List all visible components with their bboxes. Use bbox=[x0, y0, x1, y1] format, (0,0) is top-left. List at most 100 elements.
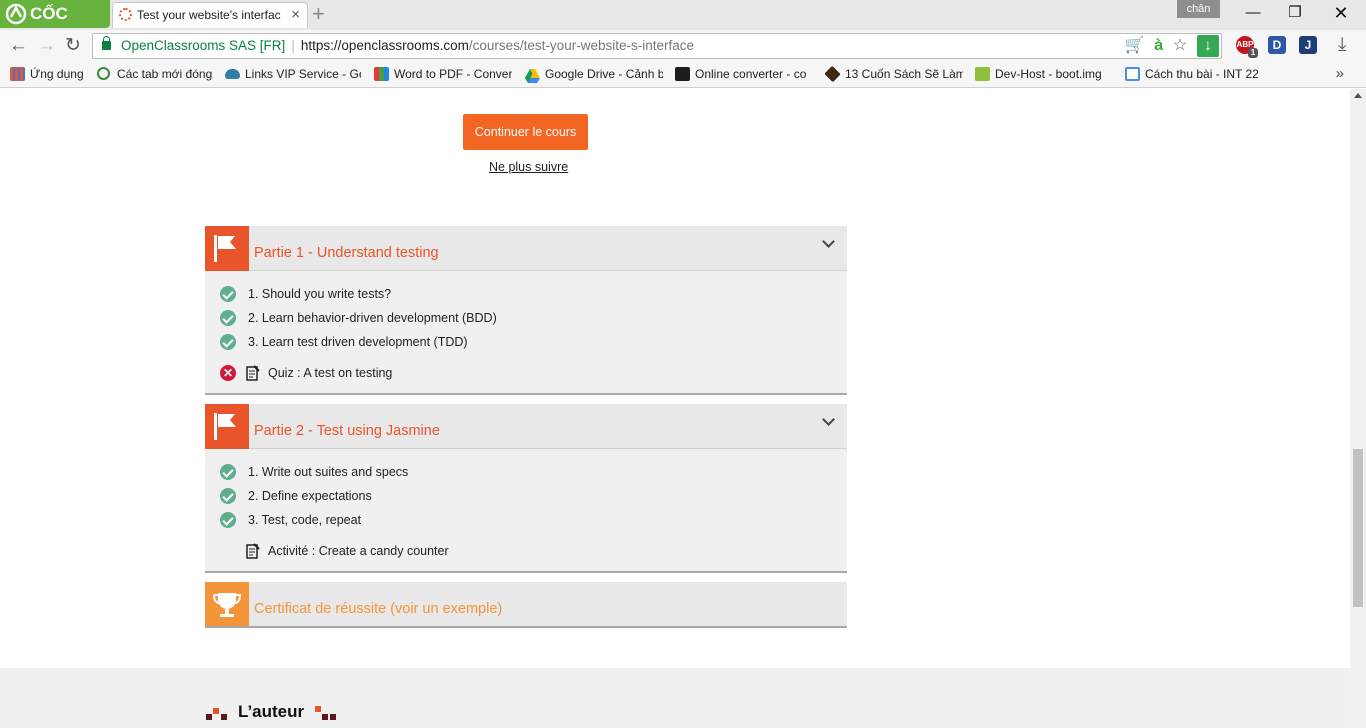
bookmarks-bar: Ứng dụng Các tab mới đóng Links VIP Serv… bbox=[0, 62, 1366, 88]
decor-pixel bbox=[330, 714, 336, 720]
chapter-title: 2. Learn behavior-driven development (BD… bbox=[248, 311, 497, 325]
d-icon[interactable]: D bbox=[1268, 36, 1286, 54]
check-icon bbox=[220, 464, 236, 480]
bookmarks-overflow-icon[interactable]: » bbox=[1336, 62, 1344, 86]
check-icon bbox=[220, 488, 236, 504]
bookmark-13-cuon-sach[interactable]: 13 Cuốn Sách Sẽ Làm bbox=[825, 62, 963, 86]
check-icon bbox=[220, 334, 236, 350]
page-content: Continuer le cours Ne plus suivre Partie… bbox=[0, 89, 1350, 728]
scrollbar-thumb[interactable] bbox=[1353, 449, 1363, 607]
bookmark-cach-thu-bai[interactable]: Cách thu bài - INT 22 bbox=[1125, 62, 1261, 86]
author-heading: L’auteur bbox=[238, 702, 305, 721]
decor-pixel bbox=[213, 708, 219, 714]
chapter-title: 3. Learn test driven development (TDD) bbox=[248, 335, 468, 349]
scroll-up-icon[interactable] bbox=[1354, 93, 1362, 98]
chapter-item[interactable]: 2. Learn behavior-driven development (BD… bbox=[220, 309, 497, 327]
bookmark-label: Dev-Host - boot.img bbox=[995, 67, 1102, 81]
address-bar[interactable]: OpenClassrooms SAS [FR] | https://openclas… bbox=[92, 33, 1222, 59]
flag-icon bbox=[205, 404, 249, 449]
unfollow-link[interactable]: Ne plus suivre bbox=[489, 160, 568, 174]
part-2-header[interactable]: Partie 2 - Test using Jasmine bbox=[205, 404, 847, 449]
bookmark-google-drive[interactable]: Google Drive - Cảnh b bbox=[525, 62, 663, 86]
chapter-item[interactable]: 3. Test, code, repeat bbox=[220, 511, 361, 529]
check-icon bbox=[220, 286, 236, 302]
reload-button[interactable]: ↻ bbox=[65, 35, 81, 57]
activity-item[interactable]: Activité : Create a candy counter bbox=[220, 542, 449, 560]
part-2-title: Partie 2 - Test using Jasmine bbox=[254, 423, 440, 439]
abp-badge: 1 bbox=[1248, 48, 1258, 58]
forward-button[interactable]: → bbox=[37, 35, 56, 57]
activity-title: Activité : Create a candy counter bbox=[268, 544, 449, 558]
check-icon bbox=[220, 512, 236, 528]
bookmark-label: Cách thu bài - INT 22 bbox=[1145, 67, 1259, 81]
close-window-button[interactable]: ✕ bbox=[1318, 2, 1364, 24]
decor-pixel bbox=[206, 714, 212, 720]
profile-name[interactable]: chân bbox=[1177, 0, 1220, 18]
omnibox-icons: 🛒 à ☆ ↓ bbox=[1119, 35, 1219, 57]
url-path: /courses/test-your-website-s-interface bbox=[468, 38, 694, 53]
tab-active[interactable]: Test your website's interfac × bbox=[112, 2, 308, 28]
bookmark-label: Ứng dụng bbox=[30, 67, 84, 81]
j-icon[interactable]: J bbox=[1299, 36, 1317, 54]
certificate-row[interactable]: Certificat de réussite (voir un exemple) bbox=[205, 582, 847, 628]
bookmark-history[interactable]: Các tab mới đóng bbox=[97, 62, 215, 86]
bookmark-online-converter[interactable]: Online converter - co bbox=[675, 62, 813, 86]
bookmark-label: Online converter - co bbox=[695, 67, 807, 81]
site-identity: OpenClassrooms SAS [FR] bbox=[121, 38, 286, 53]
tab-close-icon[interactable]: × bbox=[291, 3, 300, 27]
converter-icon bbox=[675, 67, 690, 81]
part-1-title: Partie 1 - Understand testing bbox=[254, 245, 439, 261]
activity-icon bbox=[246, 543, 260, 559]
quiz-icon bbox=[246, 365, 260, 381]
chapter-title: 1. Should you write tests? bbox=[248, 287, 392, 301]
decor-pixel bbox=[322, 714, 328, 720]
course-part-1: Partie 1 - Understand testing 1. Should … bbox=[205, 226, 847, 395]
chevron-down-icon[interactable] bbox=[823, 238, 835, 250]
bookmark-links-vip[interactable]: Links VIP Service - Get bbox=[225, 62, 361, 86]
coccoc-logo-icon bbox=[5, 3, 27, 25]
openclassrooms-favicon-icon bbox=[119, 8, 132, 21]
bookmark-label: Các tab mới đóng bbox=[117, 67, 213, 81]
chapter-item[interactable]: 1. Write out suites and specs bbox=[220, 463, 408, 481]
part-1-header[interactable]: Partie 1 - Understand testing bbox=[205, 226, 847, 271]
chapter-title: 1. Write out suites and specs bbox=[248, 465, 409, 479]
quiz-item[interactable]: ✕ Quiz : A test on testing bbox=[220, 364, 392, 382]
course-part-2: Partie 2 - Test using Jasmine 1. Write o… bbox=[205, 404, 847, 573]
bookmark-apps[interactable]: Ứng dụng bbox=[10, 62, 90, 86]
restore-button[interactable]: ❐ bbox=[1272, 2, 1318, 24]
certificate-link[interactable]: Certificat de réussite (voir un exemple) bbox=[254, 601, 502, 617]
chevron-down-icon[interactable] bbox=[823, 416, 835, 428]
tab-bar: CỐC CỐC Test your website's interfac × +… bbox=[0, 0, 1366, 51]
doc-icon bbox=[1125, 67, 1140, 81]
continue-course-button[interactable]: Continuer le cours bbox=[463, 114, 588, 150]
chapter-item[interactable]: 1. Should you write tests? bbox=[220, 285, 391, 303]
address-separator: | bbox=[291, 38, 295, 53]
check-icon bbox=[220, 310, 236, 326]
star-icon[interactable]: ☆ bbox=[1173, 35, 1187, 57]
a-icon[interactable]: à bbox=[1154, 35, 1163, 57]
flag-icon bbox=[205, 226, 249, 271]
bookmark-label: 13 Cuốn Sách Sẽ Làm bbox=[845, 67, 963, 81]
cloud-icon bbox=[225, 69, 240, 79]
page-scrollbar[interactable] bbox=[1350, 89, 1366, 728]
url-host: https://openclassrooms.com bbox=[300, 38, 469, 53]
toolbar: ← → ↻ OpenClassrooms SAS [FR] | https://op… bbox=[0, 30, 1366, 62]
bookmark-word-to-pdf[interactable]: Word to PDF - Conver bbox=[374, 62, 512, 86]
back-button[interactable]: ← bbox=[9, 35, 28, 57]
cart-icon[interactable]: 🛒 bbox=[1125, 35, 1145, 57]
tab-title: Test your website's interfac bbox=[137, 8, 281, 22]
bookmark-label: Links VIP Service - Get bbox=[245, 67, 361, 81]
download-icon[interactable]: ↓ bbox=[1197, 35, 1219, 57]
browser-logo[interactable]: CỐC CỐC bbox=[0, 0, 110, 51]
chapter-item[interactable]: 3. Learn test driven development (TDD) bbox=[220, 333, 468, 351]
bookmark-dev-host[interactable]: Dev-Host - boot.img bbox=[975, 62, 1111, 86]
new-tab-button[interactable]: + bbox=[312, 1, 325, 27]
chapter-item[interactable]: 2. Define expectations bbox=[220, 487, 372, 505]
lock-icon bbox=[102, 36, 111, 50]
chapter-title: 2. Define expectations bbox=[248, 489, 372, 503]
downloads-icon[interactable]: ⤓ bbox=[1338, 34, 1346, 56]
history-icon bbox=[97, 67, 110, 80]
minimize-button[interactable]: — bbox=[1230, 2, 1276, 24]
decor-pixel bbox=[315, 706, 321, 712]
decor-pixel bbox=[221, 714, 227, 720]
